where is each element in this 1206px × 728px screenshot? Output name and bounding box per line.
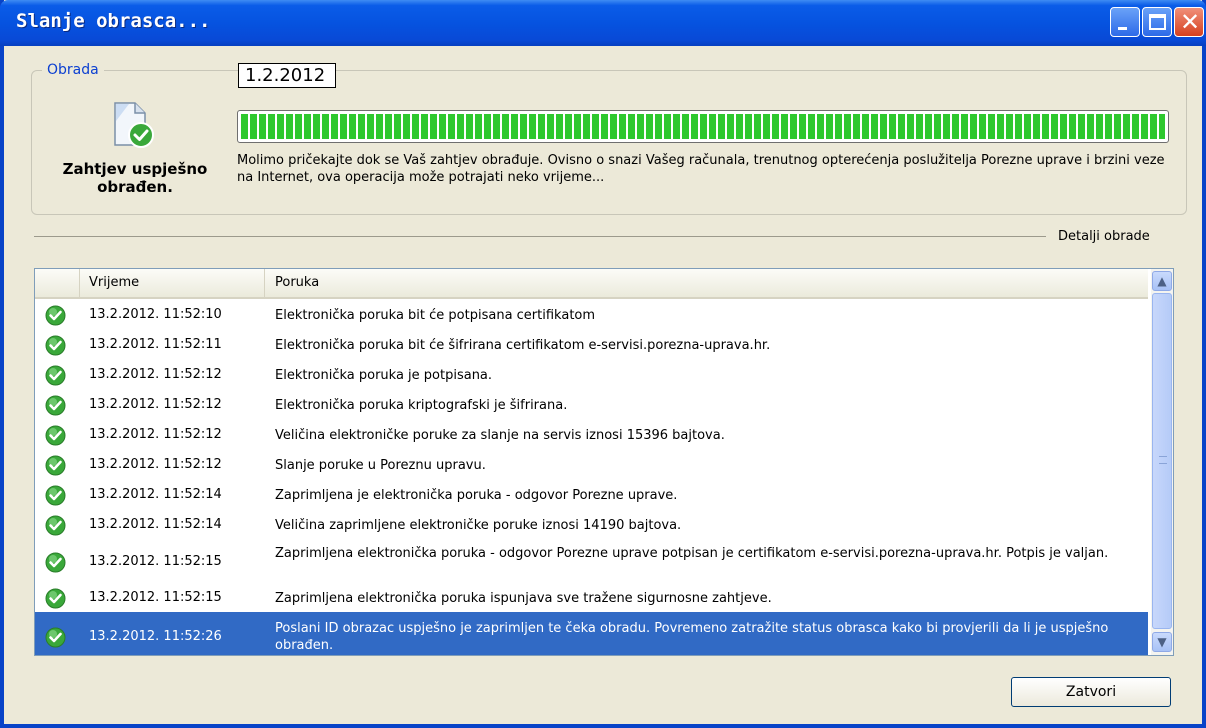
row-message: Zaprimljena elektronička poruka ispunjav… bbox=[275, 591, 772, 606]
title-bar[interactable]: Slanje obrasca... ✕ bbox=[0, 0, 1206, 46]
list-item[interactable]: 13.2.2012. 11:52:10 Elektronička poruka b… bbox=[35, 300, 1148, 330]
chevron-up-icon: ▲ bbox=[1157, 274, 1167, 288]
scroll-down-button[interactable]: ▼ bbox=[1152, 632, 1172, 652]
check-circle-icon bbox=[45, 485, 66, 506]
column-header-message[interactable]: Poruka bbox=[266, 269, 1146, 297]
row-time: 13.2.2012. 11:52:12 bbox=[89, 457, 222, 472]
row-time: 13.2.2012. 11:52:15 bbox=[89, 554, 222, 569]
details-separator bbox=[34, 236, 1046, 237]
maximize-icon bbox=[1149, 14, 1166, 30]
log-listview[interactable]: Vrijeme Poruka 13.2.2012. 11:52:10 Elektr… bbox=[34, 268, 1174, 656]
list-item[interactable]: 13.2.2012. 11:52:15 Zaprimljena elektroni… bbox=[35, 540, 1148, 584]
close-icon: ✕ bbox=[1179, 8, 1201, 36]
maximize-button[interactable] bbox=[1142, 7, 1172, 37]
document-check-icon bbox=[114, 102, 154, 148]
list-item[interactable]: 13.2.2012. 11:52:12 Slanje poruke u Porez… bbox=[35, 450, 1148, 480]
close-window-button[interactable]: ✕ bbox=[1174, 7, 1204, 37]
list-item[interactable]: 13.2.2012. 11:52:15 Zaprimljena elektroni… bbox=[35, 584, 1148, 612]
list-header: Vrijeme Poruka bbox=[35, 269, 1148, 299]
row-message: Zaprimljena je elektronička poruka - odg… bbox=[275, 488, 678, 503]
column-header-icon[interactable] bbox=[35, 269, 80, 297]
chevron-down-icon: ▼ bbox=[1157, 635, 1167, 649]
row-time: 13.2.2012. 11:52:10 bbox=[89, 307, 222, 322]
list-item[interactable]: 13.2.2012. 11:52:12 Elektronička poruka j… bbox=[35, 360, 1148, 390]
row-time: 13.2.2012. 11:52:15 bbox=[89, 590, 222, 605]
list-rows: 13.2.2012. 11:52:10 Elektronička poruka b… bbox=[35, 300, 1148, 655]
vertical-scrollbar[interactable]: ▲ ▼ bbox=[1151, 269, 1173, 655]
details-label: Detalji obrade bbox=[1058, 229, 1150, 244]
row-message: Elektronička poruka je potpisana. bbox=[275, 368, 493, 383]
row-message: Slanje poruke u Poreznu upravu. bbox=[275, 458, 486, 473]
minimize-button[interactable] bbox=[1110, 7, 1140, 37]
scroll-up-button[interactable]: ▲ bbox=[1152, 271, 1172, 291]
window-title: Slanje obrasca... bbox=[16, 10, 211, 32]
check-circle-icon bbox=[45, 395, 66, 416]
processing-legend: Obrada bbox=[42, 62, 104, 78]
list-item[interactable]: 13.2.2012. 11:52:12 Veličina elektroničke… bbox=[35, 420, 1148, 450]
date-field: 1.2.2012 bbox=[238, 63, 336, 88]
row-time: 13.2.2012. 11:52:12 bbox=[89, 367, 222, 382]
row-message: Veličina elektroničke poruke za slanje n… bbox=[275, 428, 725, 443]
list-item[interactable]: 13.2.2012. 11:52:11 Elektronička poruka b… bbox=[35, 330, 1148, 360]
status-label: Zahtjev uspješno obrađen. bbox=[62, 160, 208, 196]
check-circle-icon bbox=[45, 305, 66, 326]
list-item[interactable]: 13.2.2012. 11:52:14 Zaprimljena je elektr… bbox=[35, 480, 1148, 510]
row-message: Elektronička poruka bit će šifrirana cer… bbox=[275, 338, 771, 353]
row-message: Poslani ID obrazac uspješno je zaprimlje… bbox=[275, 621, 1109, 653]
check-circle-icon bbox=[45, 335, 66, 356]
check-circle-icon bbox=[45, 552, 66, 573]
progress-fill bbox=[241, 114, 1165, 139]
check-circle-icon bbox=[45, 515, 66, 536]
row-time: 13.2.2012. 11:52:12 bbox=[89, 427, 222, 442]
check-circle-icon bbox=[45, 455, 66, 476]
row-time: 13.2.2012. 11:52:11 bbox=[89, 337, 222, 352]
list-item[interactable]: 13.2.2012. 11:52:26 Poslani ID obrazac us… bbox=[35, 612, 1148, 655]
row-time: 13.2.2012. 11:52:12 bbox=[89, 397, 222, 412]
progress-bar bbox=[237, 110, 1169, 143]
list-item[interactable]: 13.2.2012. 11:52:12 Elektronička poruka k… bbox=[35, 390, 1148, 420]
minimize-icon bbox=[1118, 27, 1127, 30]
progress-message: Molimo pričekajte dok se Vaš zahtjev obr… bbox=[237, 153, 1165, 185]
row-message: Veličina zaprimljene elektroničke poruke… bbox=[275, 518, 682, 533]
row-time: 13.2.2012. 11:52:14 bbox=[89, 487, 222, 502]
scrollbar-thumb[interactable] bbox=[1152, 293, 1172, 629]
close-button[interactable]: Zatvori bbox=[1011, 677, 1171, 707]
row-message: Zaprimljena elektronička poruka - odgovo… bbox=[275, 546, 1109, 561]
list-item[interactable]: 13.2.2012. 11:52:14 Veličina zaprimljene … bbox=[35, 510, 1148, 540]
check-circle-icon bbox=[45, 588, 66, 609]
row-message: Elektronička poruka bit će potpisana cer… bbox=[275, 308, 596, 323]
check-circle-icon bbox=[45, 425, 66, 446]
row-time: 13.2.2012. 11:52:26 bbox=[89, 629, 222, 644]
row-time: 13.2.2012. 11:52:14 bbox=[89, 517, 222, 532]
column-header-time[interactable]: Vrijeme bbox=[80, 269, 265, 297]
row-message: Elektronička poruka kriptografski je šif… bbox=[275, 398, 568, 413]
check-circle-icon bbox=[45, 365, 66, 386]
check-circle-icon bbox=[45, 627, 66, 648]
grip-icon bbox=[1159, 456, 1167, 464]
